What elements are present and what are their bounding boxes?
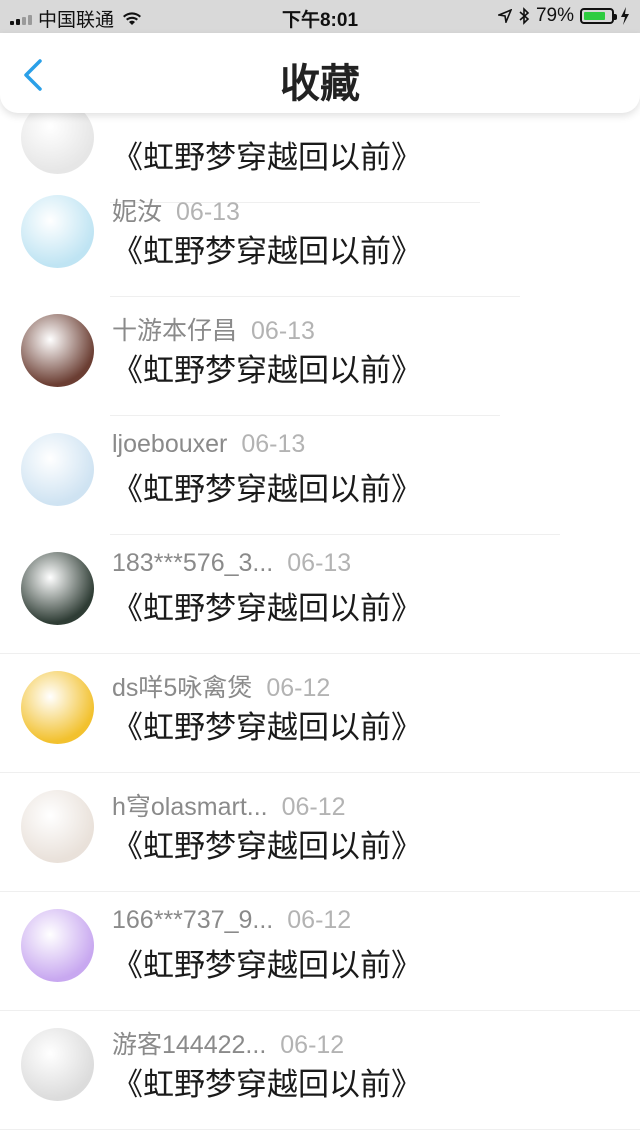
post-date: 06-13 [251, 317, 315, 345]
avatar[interactable] [21, 671, 94, 744]
list-item[interactable]: ds咩5咏禽煲 06-12 《虹野梦穿越回以前》 [0, 654, 640, 773]
post-date: 06-12 [280, 1031, 345, 1059]
post-date: 06-12 [287, 906, 352, 934]
user-name: 166***737_9... [112, 906, 274, 934]
nav-bar: 收藏 [0, 33, 640, 113]
user-line: 166***737_9... 06-12 [112, 906, 351, 935]
list-item[interactable]: h穹olasmart... 06-12 《虹野梦穿越回以前》 [0, 773, 640, 892]
post-date: 06-12 [281, 793, 346, 821]
list-item[interactable]: ljoebouxer 06-13 《虹野梦穿越回以前》 [0, 416, 640, 535]
book-title[interactable]: 《虹野梦穿越回以前》 [112, 1059, 422, 1104]
row-divider [0, 1129, 640, 1130]
list-item[interactable]: 妮汝 06-13 《虹野梦穿越回以前》 [0, 178, 640, 297]
status-bar: 中国联通 下午8:01 79% [0, 0, 640, 33]
post-date: 06-13 [287, 549, 352, 577]
user-name: ljoebouxer [112, 430, 228, 458]
avatar[interactable] [21, 314, 94, 387]
list-item[interactable]: 十游本仔昌 06-13 《虹野梦穿越回以前》 [0, 297, 640, 416]
list-item[interactable]: 183***576_3... 06-13 《虹野梦穿越回以前》 [0, 535, 640, 654]
post-date: 06-13 [241, 430, 306, 458]
book-title[interactable]: 《虹野梦穿越回以前》 [112, 132, 422, 177]
book-title[interactable]: 《虹野梦穿越回以前》 [112, 345, 422, 390]
battery-percent: 79% [535, 5, 574, 26]
user-line: 十游本仔昌 06-13 [112, 311, 315, 347]
avatar[interactable] [21, 790, 94, 863]
post-date: 06-13 [176, 198, 240, 226]
user-name: 十游本仔昌 [112, 317, 238, 345]
battery-fill [584, 12, 605, 20]
avatar[interactable] [21, 195, 94, 268]
user-line: 183***576_3... 06-13 [112, 549, 351, 578]
list-item[interactable]: 游客144422... 06-12 《虹野梦穿越回以前》 [0, 1011, 640, 1130]
user-line: 妮汝 06-13 [112, 192, 240, 228]
user-name: 游客144422... [112, 1031, 267, 1059]
location-icon [497, 9, 512, 23]
status-right: 79% [497, 5, 630, 27]
post-date: 06-12 [266, 674, 331, 702]
book-title[interactable]: 《虹野梦穿越回以前》 [112, 226, 422, 271]
avatar[interactable] [21, 909, 94, 982]
user-line: ds咩5咏禽煲 06-12 [112, 668, 330, 704]
list-item[interactable]: 166***737_9... 06-12 《虹野梦穿越回以前》 [0, 892, 640, 1011]
user-name: 183***576_3... [112, 549, 274, 577]
user-line: h穹olasmart... 06-12 [112, 787, 346, 823]
book-title[interactable]: 《虹野梦穿越回以前》 [112, 583, 422, 628]
charging-icon [621, 7, 629, 25]
book-title[interactable]: 《虹野梦穿越回以前》 [112, 702, 422, 747]
book-title[interactable]: 《虹野梦穿越回以前》 [112, 940, 422, 985]
avatar[interactable] [21, 113, 94, 174]
avatar[interactable] [21, 433, 94, 506]
book-title[interactable]: 《虹野梦穿越回以前》 [112, 821, 422, 866]
book-title[interactable]: 《虹野梦穿越回以前》 [112, 464, 422, 509]
battery-icon [580, 8, 617, 24]
user-line: ljoebouxer 06-13 [112, 430, 305, 459]
page-title: 收藏 [280, 62, 360, 106]
user-name: ds咩5咏禽煲 [112, 674, 253, 702]
user-name: 妮汝 [112, 198, 163, 226]
user-line: 游客144422... 06-12 [112, 1025, 344, 1061]
user-name: h穹olasmart... [112, 793, 268, 821]
favorites-list: 《虹野梦穿越回以前》 妮汝 06-13 《虹野梦穿越回以前》 十游本仔昌 06-13 《虹野… [0, 113, 640, 1138]
bluetooth-icon [519, 7, 530, 25]
avatar[interactable] [21, 552, 94, 625]
avatar[interactable] [21, 1028, 94, 1101]
